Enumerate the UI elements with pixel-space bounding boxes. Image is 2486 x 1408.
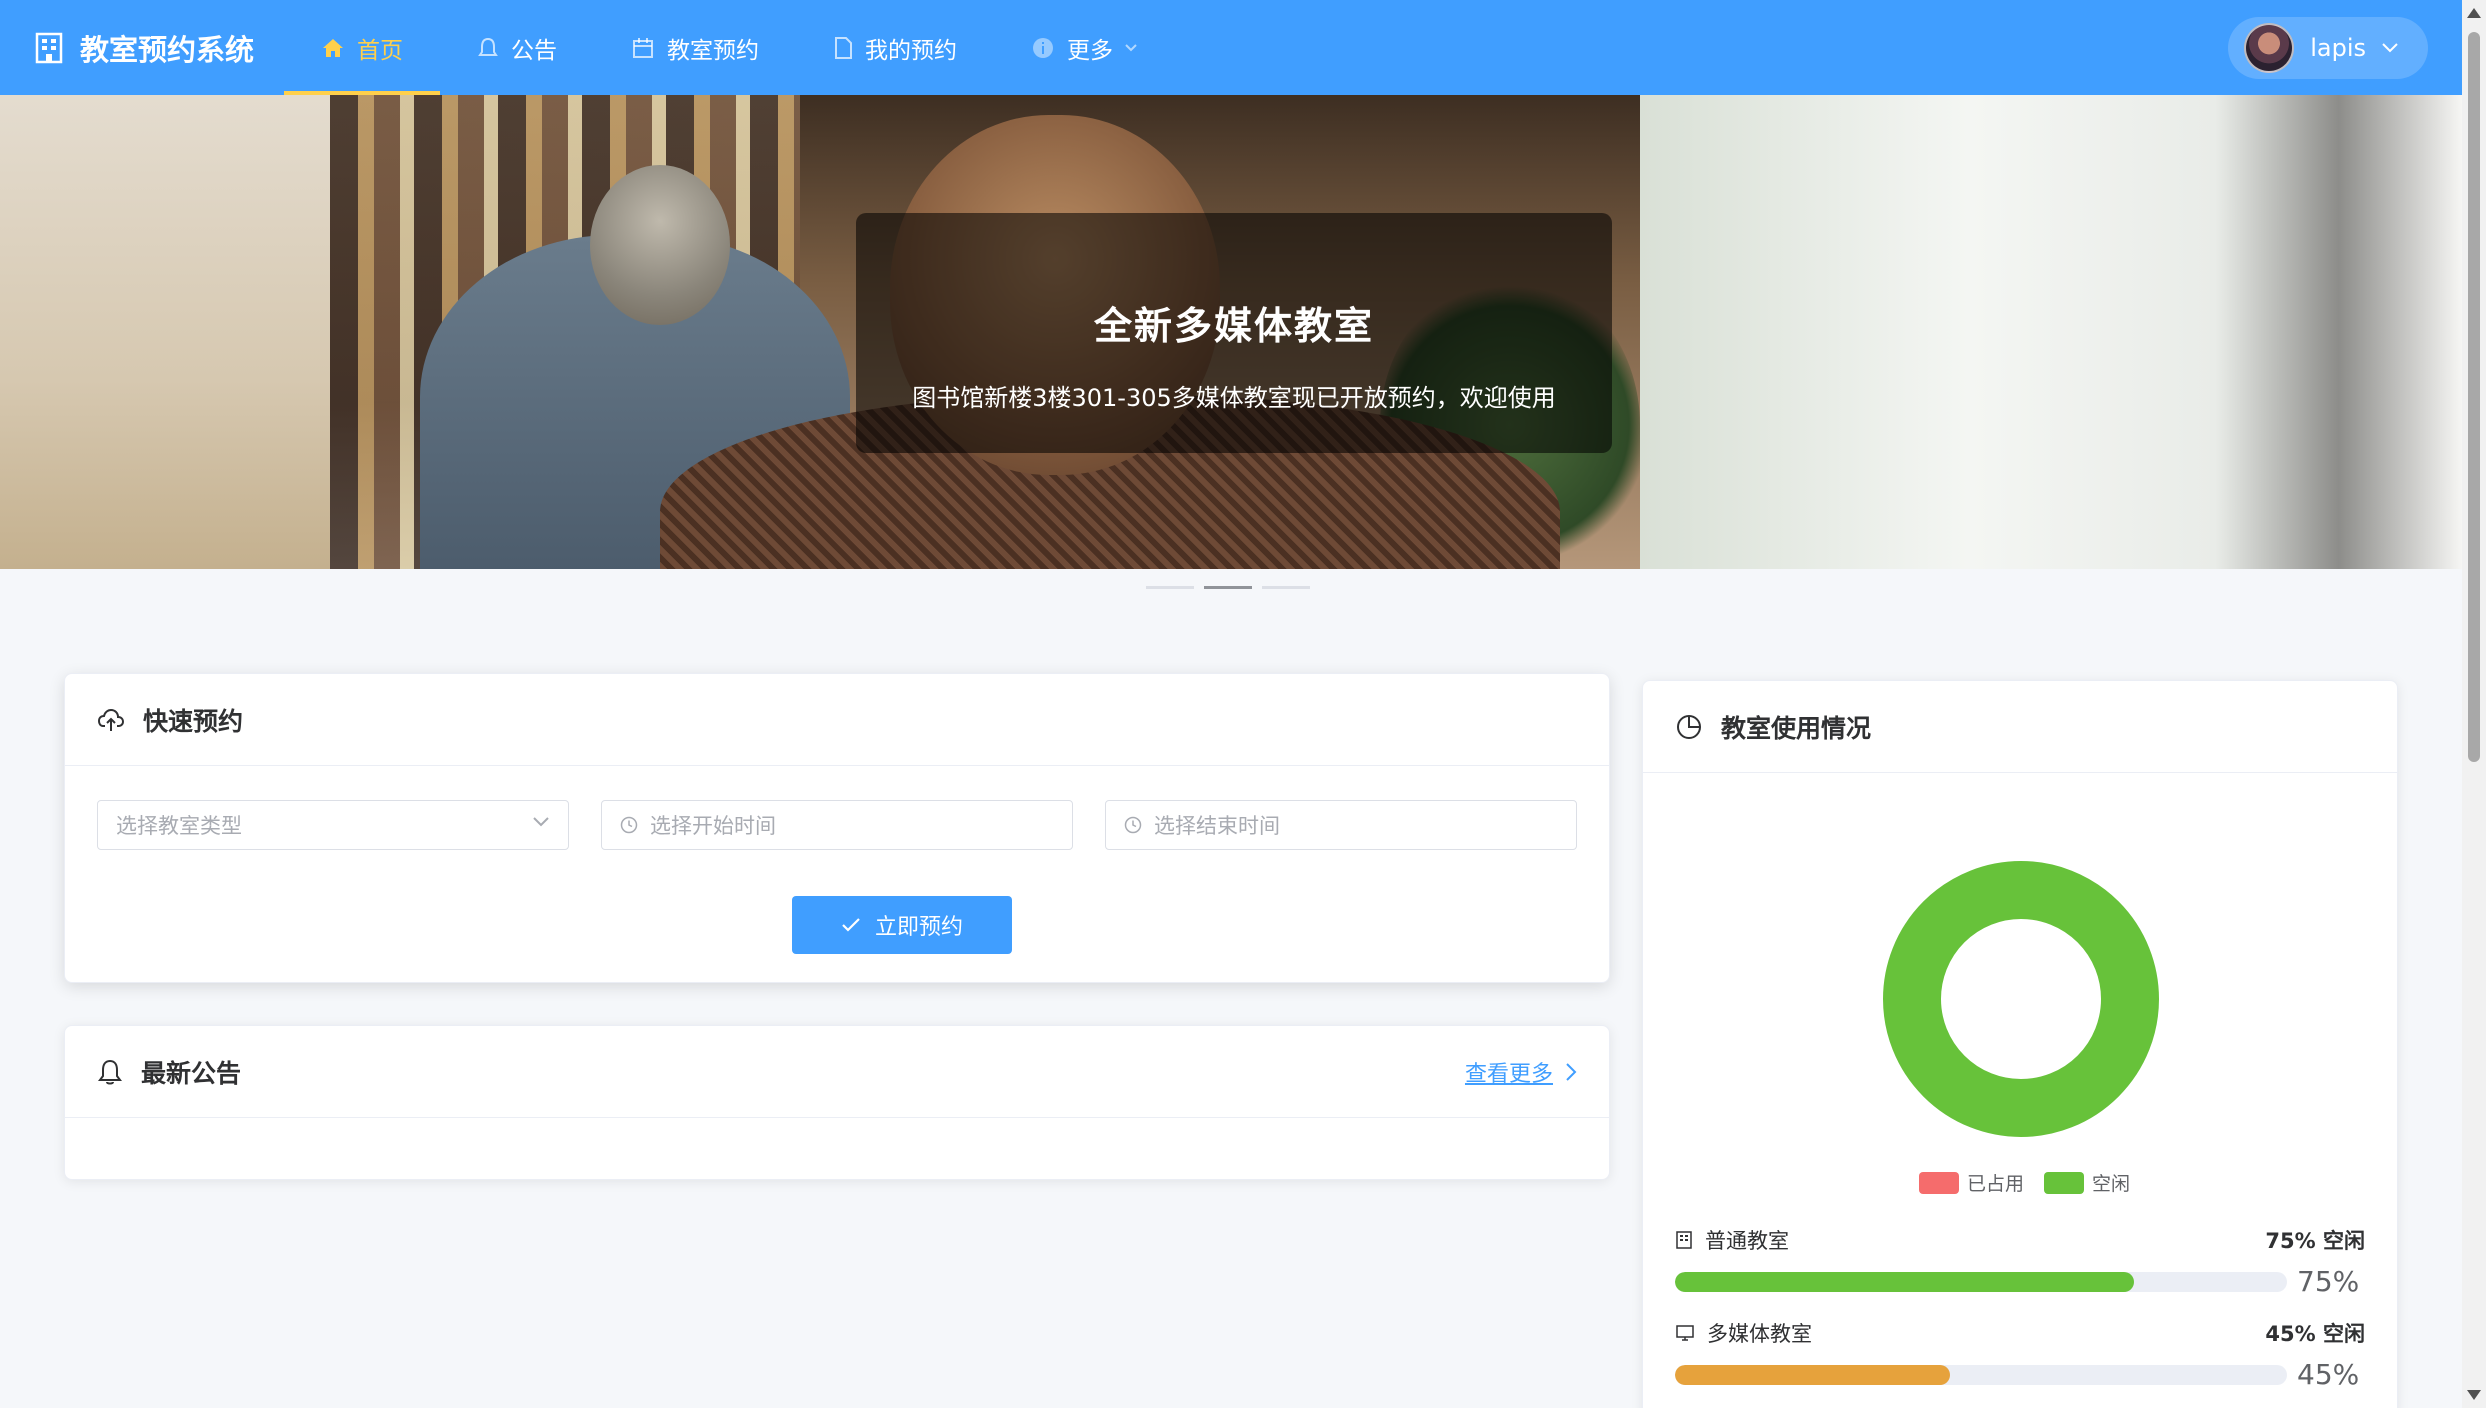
room-type-placeholder: 选择教室类型: [116, 814, 242, 838]
banner-caption: 全新多媒体教室 图书馆新楼3楼301-305多媒体教室现已开放预约，欢迎使用: [856, 213, 1612, 453]
nav-item-home[interactable]: 首页: [284, 0, 441, 95]
banner-photo-part: [1640, 95, 2462, 569]
scroll-down-arrow[interactable]: [2467, 1390, 2481, 1400]
clock-icon: [1124, 816, 1142, 834]
stat-name: 普通教室: [1705, 1229, 1789, 1253]
page-scrollbar[interactable]: [2462, 0, 2486, 1408]
usage-donut-chart: [1883, 861, 2159, 1137]
stat-name: 多媒体教室: [1707, 1322, 1812, 1346]
progress-row: 45%: [1675, 1358, 2365, 1391]
cloud-upload-icon: [97, 707, 125, 733]
card-header: 最新公告 查看更多: [65, 1026, 1609, 1118]
card-header: 教室使用情况: [1643, 681, 2397, 773]
legend-label: 已占用: [1967, 1173, 2025, 1195]
avatar: [2244, 23, 2295, 73]
nav-item-label: 我的预约: [865, 37, 958, 64]
stat-multimedia-room: 多媒体教室 45% 空闲 45%: [1675, 1318, 2365, 1391]
pie-chart-icon: [1675, 713, 1703, 741]
nav-item-booking[interactable]: 教室预约: [594, 0, 796, 95]
bell-icon: [477, 36, 499, 60]
view-more-link[interactable]: 查看更多: [1465, 1056, 1577, 1088]
room-type-select[interactable]: 选择教室类型: [97, 800, 569, 850]
progress-track: [1675, 1271, 2287, 1292]
start-time-placeholder: 选择开始时间: [650, 814, 776, 838]
stat-normal-room: 普通教室 75% 空闲 75%: [1675, 1225, 2365, 1298]
legend-item-free[interactable]: 空闲: [2044, 1169, 2130, 1196]
progress-percent: 45%: [2297, 1358, 2360, 1391]
monitor-icon: [1675, 1324, 1695, 1342]
main-nav: 首页 公告 教室预约 我的预约 更多: [284, 0, 1174, 95]
nav-item-label: 公告: [511, 37, 558, 64]
nav-item-my-bookings[interactable]: 我的预约: [796, 0, 994, 95]
building-icon: [35, 32, 63, 63]
calendar-icon: [631, 36, 655, 60]
legend-swatch-occupied: [1919, 1171, 1959, 1194]
booking-form-row: 选择教室类型 选择开始时间 选择结束时间: [65, 800, 1609, 850]
scroll-up-arrow[interactable]: [2467, 8, 2481, 18]
clock-icon: [620, 816, 638, 834]
brand[interactable]: 教室预约系统: [34, 27, 254, 69]
start-time-picker[interactable]: 选择开始时间: [601, 800, 1073, 850]
book-now-button[interactable]: 立即预约: [792, 896, 1012, 954]
book-now-label: 立即预约: [874, 915, 963, 940]
card-title: 快速预约: [143, 706, 244, 736]
nav-item-label: 首页: [357, 37, 404, 64]
banner-title: 全新多媒体教室: [1093, 304, 1374, 348]
quick-booking-card: 快速预约 选择教室类型 选择开始时间 选择结束时间 立即预约: [64, 673, 1610, 983]
banner-subtitle: 图书馆新楼3楼301-305多媒体教室现已开放预约，欢迎使用: [912, 384, 1556, 412]
user-name: lapis: [2310, 34, 2366, 62]
stat-free-text: 75% 空闲: [2265, 1229, 2365, 1253]
bell-icon: [97, 1058, 123, 1086]
user-menu[interactable]: lapis: [2228, 17, 2428, 79]
carousel-dot[interactable]: [1146, 586, 1194, 589]
chevron-right-icon: [1565, 1062, 1577, 1082]
banner-photo-part: [590, 165, 730, 325]
banner-photo-part: [0, 95, 330, 569]
carousel-dot-active[interactable]: [1204, 586, 1252, 589]
progress-fill: [1675, 1271, 2134, 1292]
progress-track: [1675, 1364, 2287, 1385]
stat-free-text: 45% 空闲: [2265, 1322, 2365, 1346]
legend-label: 空闲: [2092, 1173, 2131, 1195]
end-time-picker[interactable]: 选择结束时间: [1105, 800, 1577, 850]
top-navbar: 教室预约系统 首页 公告 教室预约 我的预约 更多 lapis: [0, 0, 2462, 95]
chevron-down-icon: [532, 816, 550, 828]
building-icon: [1675, 1230, 1693, 1250]
stat-head: 普通教室 75% 空闲: [1675, 1225, 2365, 1255]
nav-item-label: 更多: [1067, 37, 1114, 64]
nav-item-notice[interactable]: 公告: [440, 0, 594, 95]
hero-carousel[interactable]: 全新多媒体教室 图书馆新楼3楼301-305多媒体教室现已开放预约，欢迎使用: [0, 95, 2462, 569]
nav-item-label: 教室预约: [667, 37, 760, 64]
carousel-dot[interactable]: [1262, 586, 1310, 589]
chevron-down-icon: [1125, 43, 1137, 52]
scroll-thumb[interactable]: [2468, 32, 2480, 762]
stat-head: 多媒体教室 45% 空闲: [1675, 1318, 2365, 1348]
card-title: 教室使用情况: [1721, 713, 1872, 743]
end-time-placeholder: 选择结束时间: [1154, 814, 1280, 838]
view-more-label: 查看更多: [1464, 1061, 1553, 1087]
progress-row: 75%: [1675, 1265, 2365, 1298]
chevron-down-icon: [2382, 43, 2398, 53]
progress-percent: 75%: [2297, 1265, 2360, 1298]
brand-title: 教室预约系统: [80, 32, 255, 67]
card-title: 最新公告: [141, 1058, 242, 1088]
info-icon: [1031, 36, 1055, 60]
room-usage-card: 教室使用情况 已占用 空闲 普通教室 75% 空闲 75% 多媒体教室 45%: [1642, 680, 2398, 1408]
legend-item-occupied[interactable]: 已占用: [1919, 1169, 2024, 1196]
progress-fill: [1675, 1364, 1951, 1385]
card-header: 快速预约: [65, 674, 1609, 766]
chart-legend: 已占用 空闲: [1919, 1169, 2142, 1196]
document-icon: [833, 36, 853, 60]
donut-slice-free[interactable]: [1883, 861, 2159, 1137]
check-icon: [841, 917, 861, 933]
home-icon: [321, 37, 345, 59]
carousel-indicators: [1146, 586, 1310, 589]
nav-item-more[interactable]: 更多: [994, 0, 1174, 95]
latest-notices-card: 最新公告 查看更多: [64, 1025, 1610, 1180]
legend-swatch-free: [2044, 1171, 2085, 1194]
